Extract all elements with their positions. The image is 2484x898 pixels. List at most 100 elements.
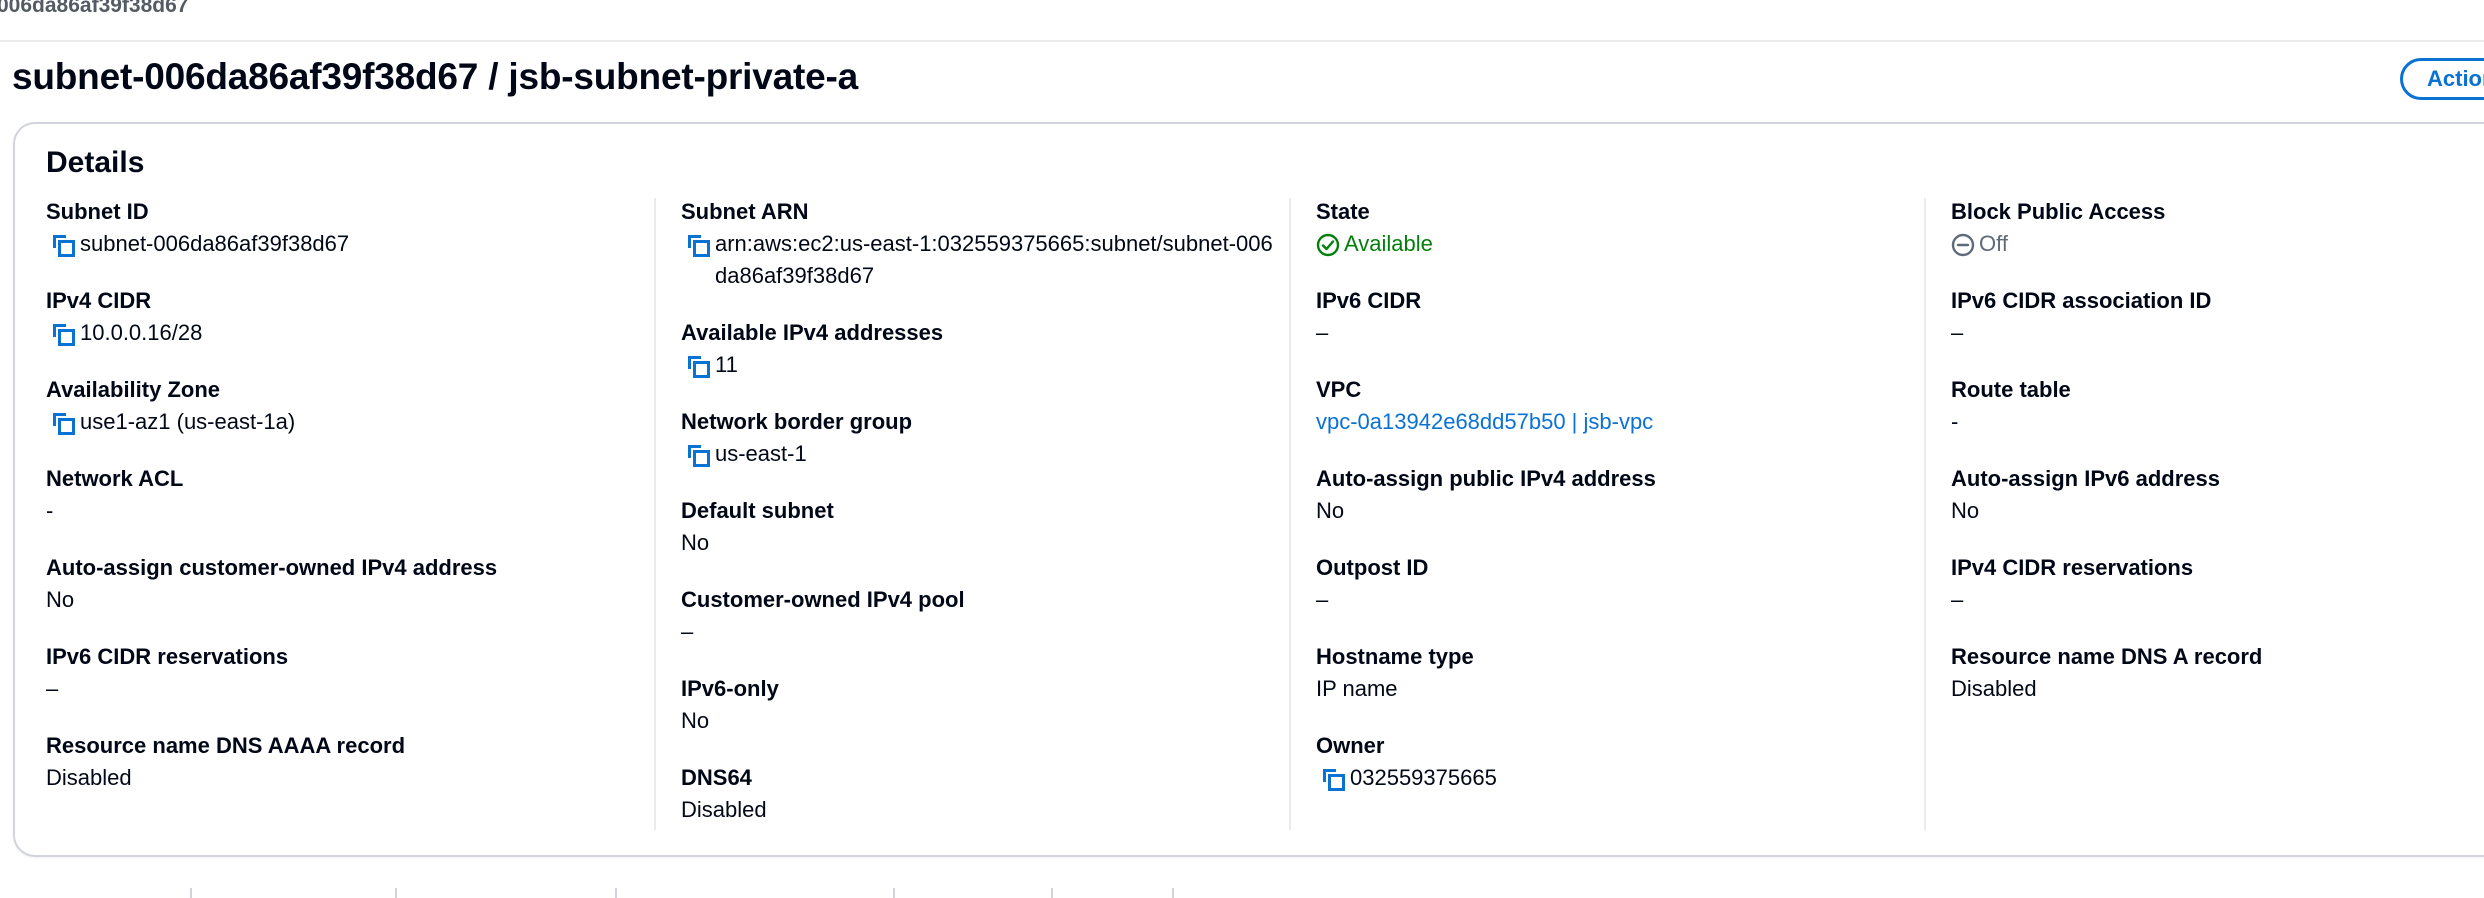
field-value: Disabled (681, 797, 767, 822)
field-outpost-id: Outpost ID – (1316, 552, 1428, 616)
field-value: - (1951, 409, 1959, 434)
field-label: Customer-owned IPv4 pool (681, 587, 965, 612)
field-resource-name-dns-aaaa-record: Resource name DNS AAAA record Disabled (46, 730, 405, 794)
field-value: use1-az1 (us-east-1a) (80, 409, 296, 434)
field-value: - (46, 498, 54, 523)
page-title: subnet-006da86af39f38d67 / jsb-subnet-pr… (12, 56, 859, 97)
field-label: Resource name DNS AAAA record (46, 733, 406, 758)
details-column-2: Subnet ARN arn:aws:ec2:us-east-1:03255937… (681, 196, 1281, 830)
field-value: – (1316, 587, 1329, 612)
field-route-table: Route table - (1951, 374, 2071, 438)
field-value-row: – (46, 673, 288, 705)
field-hostname-type: Hostname type IP name (1316, 641, 1474, 705)
field-value-row: No (46, 584, 497, 616)
field-label: Default subnet (681, 498, 834, 523)
actions-button[interactable]: Actions (2400, 58, 2484, 100)
field-value-row: subnet-006da86af39f38d67 (46, 228, 349, 260)
field-label: Available IPv4 addresses (681, 320, 944, 345)
copy-icon[interactable] (1316, 762, 1350, 794)
field-label: DNS64 (681, 765, 752, 790)
field-dns64: DNS64 Disabled (681, 762, 767, 826)
tab-separator (1051, 888, 1053, 898)
field-value: – (46, 676, 59, 701)
field-vpc: VPC vpc-0a13942e68dd57b50 | jsb-vpc (1316, 374, 1653, 438)
field-value-row: 11 (681, 349, 943, 381)
details-column-3: State Available IPv6 CIDR – VPC vpc-0a13942e6… (1316, 196, 1916, 830)
tab-separator (1172, 888, 1174, 898)
field-value: No (1951, 498, 1980, 523)
field-label: Hostname type (1316, 644, 1474, 669)
field-value: – (1951, 320, 1964, 345)
copy-icon[interactable] (681, 349, 715, 381)
field-value: No (681, 708, 710, 733)
field-availability-zone: Availability Zone use1-az1 (us-east-1a) (46, 374, 295, 438)
copy-icon[interactable] (681, 438, 715, 470)
field-value-row: us-east-1 (681, 438, 912, 470)
field-ipv6-cidr-association-id: IPv6 CIDR association ID – (1951, 285, 2211, 349)
details-heading: Details (46, 146, 145, 179)
field-value: No (46, 587, 75, 612)
field-auto-assign-customer-owned-ipv4-address: Auto-assign customer-owned IPv4 address N… (46, 552, 497, 616)
field-value-row: – (681, 616, 965, 648)
field-value: IP name (1316, 676, 1398, 701)
field-owner: Owner 032559375665 (1316, 730, 1497, 794)
field-value: – (1316, 320, 1329, 345)
field-value: 10.0.0.16/28 (80, 320, 203, 345)
field-auto-assign-ipv6-address: Auto-assign IPv6 address No (1951, 463, 2220, 527)
copy-icon[interactable] (46, 317, 80, 349)
header-divider (0, 40, 2484, 42)
tab-separator (893, 888, 895, 898)
field-network-acl: Network ACL - (46, 463, 183, 527)
field-label: IPv6 CIDR (1316, 288, 1422, 313)
field-ipv6-only: IPv6-only No (681, 673, 779, 737)
field-available-ipv4-addresses: Available IPv4 addresses 11 (681, 317, 943, 381)
field-value: No (681, 530, 710, 555)
field-ipv4-cidr-reservations: IPv4 CIDR reservations – (1951, 552, 2193, 616)
field-value: No (1316, 498, 1345, 523)
field-label: Subnet ARN (681, 199, 809, 224)
field-value-row: - (46, 495, 183, 527)
field-value-row: – (1316, 584, 1428, 616)
field-value-row: No (1951, 495, 2220, 527)
field-value-row: arn:aws:ec2:us-east-1:032559375665:subne… (681, 228, 1275, 292)
field-value-row: vpc-0a13942e68dd57b50 | jsb-vpc (1316, 406, 1653, 438)
field-label: IPv6 CIDR association ID (1951, 288, 2212, 313)
field-label: IPv4 CIDR (46, 288, 152, 313)
status-stopped-icon (1951, 228, 1979, 260)
field-label: VPC (1316, 377, 1362, 402)
column-divider (1924, 198, 1926, 830)
field-subnet-arn: Subnet ARN arn:aws:ec2:us-east-1:03255937… (681, 196, 1275, 292)
copy-icon[interactable] (681, 228, 715, 260)
field-value: Off (1979, 231, 2008, 256)
copy-icon[interactable] (46, 228, 80, 260)
tab-separator (395, 888, 397, 898)
field-resource-name-dns-a-record: Resource name DNS A record Disabled (1951, 641, 2262, 705)
field-value-row: – (1316, 317, 1421, 349)
vpc-link[interactable]: vpc-0a13942e68dd57b50 | jsb-vpc (1316, 406, 1653, 438)
copy-icon[interactable] (46, 406, 80, 438)
column-divider (654, 198, 656, 830)
field-value-row: No (681, 527, 834, 559)
field-value: us-east-1 (715, 441, 807, 466)
field-label: Block Public Access (1951, 199, 2166, 224)
field-value-row: use1-az1 (us-east-1a) (46, 406, 295, 438)
field-label: Outpost ID (1316, 555, 1429, 580)
field-ipv6-cidr-reservations: IPv6 CIDR reservations – (46, 641, 288, 705)
field-label: Resource name DNS A record (1951, 644, 2263, 669)
details-column-4: Block Public Access Off IPv6 CIDR associat… (1951, 196, 2484, 830)
field-label: IPv4 CIDR reservations (1951, 555, 2194, 580)
field-value: arn:aws:ec2:us-east-1:032559375665:subne… (715, 231, 1273, 288)
field-auto-assign-public-ipv4-address: Auto-assign public IPv4 address No (1316, 463, 1656, 527)
field-customer-owned-ipv4-pool: Customer-owned IPv4 pool – (681, 584, 965, 648)
field-value: – (1951, 587, 1964, 612)
field-value: 11 (715, 352, 738, 377)
field-ipv4-cidr: IPv4 CIDR 10.0.0.16/28 (46, 285, 202, 349)
tab-separator (190, 888, 192, 898)
field-value-row: - (1951, 406, 2071, 438)
field-default-subnet: Default subnet No (681, 495, 834, 559)
field-label: Auto-assign public IPv4 address (1316, 466, 1656, 491)
field-label: Subnet ID (46, 199, 149, 224)
field-state: State Available (1316, 196, 1433, 260)
field-label: Availability Zone (46, 377, 221, 402)
field-label: IPv6 CIDR reservations (46, 644, 289, 669)
